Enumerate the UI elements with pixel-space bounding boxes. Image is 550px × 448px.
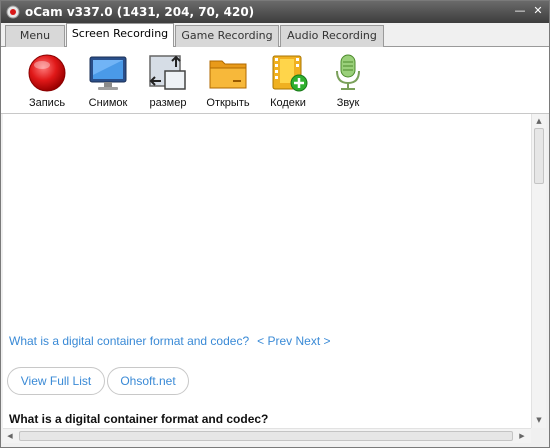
prev-next-link[interactable]: < Prev Next > bbox=[257, 334, 330, 348]
toolbar: Запись Снимок размер Открыть Кодеки Звук bbox=[1, 47, 549, 114]
open-button[interactable]: Открыть bbox=[198, 51, 258, 111]
scroll-right-icon[interactable]: ▶ bbox=[515, 429, 529, 443]
ocam-app-icon bbox=[6, 5, 20, 19]
codec-icon bbox=[272, 55, 308, 92]
tab-game-recording[interactable]: Game Recording bbox=[175, 25, 279, 47]
tab-menu[interactable]: Menu bbox=[5, 25, 65, 47]
ohsoft-link-button[interactable]: Ohsoft.net bbox=[107, 367, 189, 395]
faq-heading: What is a digital container format and c… bbox=[9, 412, 269, 426]
ocam-window: oCam v337.0 (1431, 204, 70, 420) — ✕ Men… bbox=[0, 0, 550, 448]
scroll-left-icon[interactable]: ◀ bbox=[3, 429, 17, 443]
screenshot-button[interactable]: Снимок bbox=[78, 51, 138, 111]
vertical-scrollbar[interactable]: ▲ ▼ bbox=[531, 114, 546, 428]
microphone-icon bbox=[336, 54, 360, 90]
record-icon bbox=[28, 54, 66, 92]
sound-button[interactable]: Звук bbox=[318, 51, 378, 111]
scroll-down-icon[interactable]: ▼ bbox=[532, 413, 546, 427]
record-label: Запись bbox=[28, 97, 66, 109]
minimize-button[interactable]: — bbox=[513, 4, 527, 18]
faq-link[interactable]: What is a digital container format and c… bbox=[9, 334, 249, 348]
horizontal-scrollbar[interactable]: ◀ ▶ bbox=[3, 428, 531, 443]
faq-row: What is a digital container format and c… bbox=[9, 334, 331, 348]
scroll-up-icon[interactable]: ▲ bbox=[532, 114, 546, 128]
resize-icon bbox=[149, 55, 186, 90]
codecs-button[interactable]: Кодеки bbox=[258, 51, 318, 111]
close-button[interactable]: ✕ bbox=[531, 4, 545, 18]
sound-label: Звук bbox=[336, 97, 360, 109]
monitor-icon bbox=[89, 56, 127, 90]
screenshot-label: Снимок bbox=[88, 97, 128, 109]
horizontal-scroll-thumb[interactable] bbox=[19, 431, 513, 441]
content-area: What is a digital container format and c… bbox=[3, 114, 531, 428]
resize-button[interactable]: размер bbox=[138, 51, 198, 111]
title-bar[interactable]: oCam v337.0 (1431, 204, 70, 420) — ✕ bbox=[1, 1, 549, 23]
folder-icon bbox=[209, 60, 247, 89]
tab-bar: Menu Screen Recording Game Recording Aud… bbox=[1, 23, 549, 48]
open-label: Открыть bbox=[206, 97, 250, 109]
record-button[interactable]: Запись bbox=[17, 51, 77, 111]
tab-audio-recording[interactable]: Audio Recording bbox=[280, 25, 384, 47]
codecs-label: Кодеки bbox=[270, 97, 306, 109]
tab-screen-recording[interactable]: Screen Recording bbox=[66, 23, 174, 48]
vertical-scroll-thumb[interactable] bbox=[534, 128, 544, 184]
window-title: oCam v337.0 (1431, 204, 70, 420) bbox=[25, 5, 255, 19]
view-full-list-button[interactable]: View Full List bbox=[7, 367, 105, 395]
resize-label: размер bbox=[149, 97, 187, 109]
scrollbar-corner bbox=[531, 428, 546, 443]
